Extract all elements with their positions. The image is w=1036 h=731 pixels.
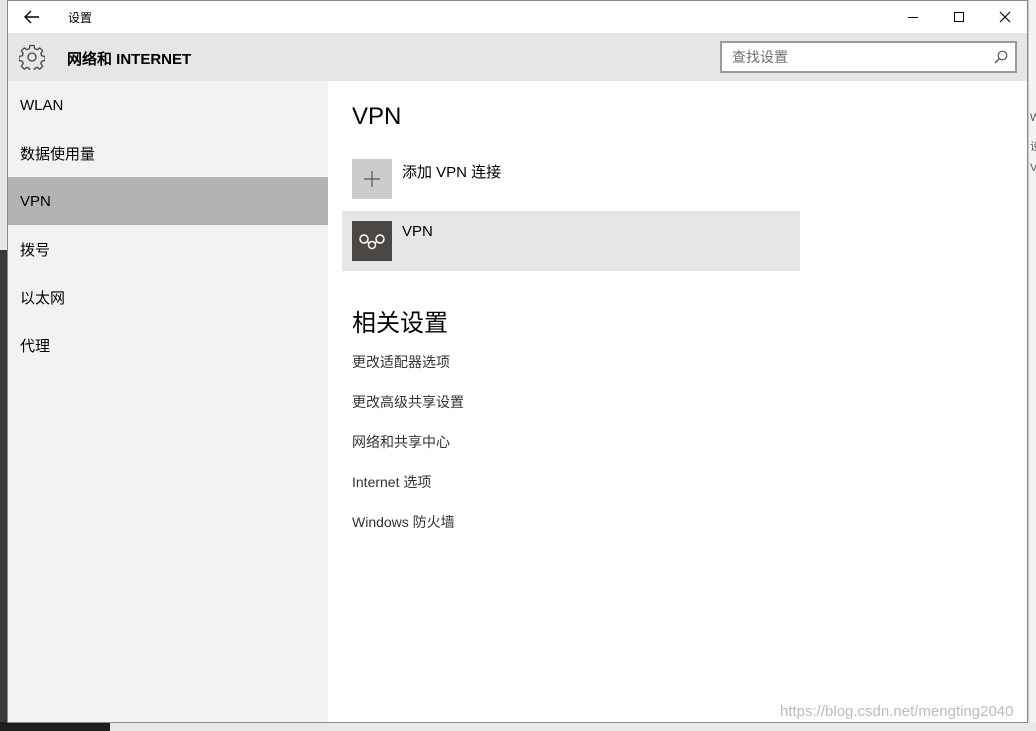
minimize-icon — [908, 17, 918, 18]
search-input[interactable] — [722, 43, 982, 71]
add-vpn-connection-button[interactable]: 添加 VPN 连接 — [352, 159, 501, 201]
link-windows-firewall[interactable]: Windows 防火墙 — [352, 512, 455, 532]
maximize-icon — [954, 12, 964, 22]
sidebar-item-data-usage[interactable]: 数据使用量 — [8, 129, 328, 177]
add-vpn-label: 添加 VPN 连接 — [402, 164, 502, 181]
vpn-icon — [359, 234, 385, 250]
page-title: VPN — [352, 103, 402, 130]
sidebar-item-ethernet[interactable]: 以太网 — [8, 273, 328, 321]
search-icon[interactable] — [993, 49, 1009, 65]
sidebar-item-vpn[interactable]: VPN — [8, 177, 328, 225]
sidebar-item-label: 拨号 — [20, 241, 51, 259]
vpn-connection-name: VPN — [402, 223, 433, 240]
back-button[interactable] — [16, 3, 48, 31]
settings-header: 网络和 INTERNET — [8, 33, 1027, 81]
window-title: 设置 — [68, 11, 93, 25]
main-content: VPN 添加 VPN 连接 VPN 相关设置 更改适配器选项 更改高级共享设置 … — [328, 81, 1027, 722]
background-taskbar-strip — [0, 722, 1036, 731]
vpn-tile — [352, 221, 392, 261]
link-network-sharing-center[interactable]: 网络和共享中心 — [352, 432, 450, 452]
section-title-network: 网络和 INTERNET — [67, 51, 192, 68]
search-box[interactable] — [720, 41, 1017, 73]
sidebar-item-label: VPN — [20, 192, 51, 210]
close-icon — [999, 11, 1011, 23]
link-change-adapter-options[interactable]: 更改适配器选项 — [352, 352, 450, 372]
title-bar: 设置 — [8, 1, 1027, 33]
minimize-button[interactable] — [890, 1, 936, 33]
maximize-button[interactable] — [936, 1, 982, 33]
close-button[interactable] — [982, 1, 1028, 33]
add-tile — [352, 159, 392, 199]
link-internet-options[interactable]: Internet 选项 — [352, 472, 431, 492]
settings-window: 设置 网络和 INTERNET 查找设置 WLAN 数据使用量 VPN 拨号 以… — [7, 0, 1028, 723]
plus-icon — [364, 171, 380, 187]
link-advanced-sharing-settings[interactable]: 更改高级共享设置 — [352, 392, 464, 412]
background-window-right: W 设 VF — [1028, 0, 1036, 731]
sidebar-item-wlan[interactable]: WLAN — [8, 81, 328, 129]
related-settings-title: 相关设置 — [352, 310, 448, 337]
gear-icon — [19, 44, 45, 70]
sidebar-item-proxy[interactable]: 代理 — [8, 321, 328, 369]
sidebar: WLAN 数据使用量 VPN 拨号 以太网 代理 — [8, 81, 328, 722]
watermark-text: https://blog.csdn.net/mengting2040 — [780, 703, 1014, 720]
vpn-connection-item[interactable]: VPN — [342, 211, 800, 271]
back-arrow-icon — [24, 10, 39, 24]
sidebar-item-dial-up[interactable]: 拨号 — [8, 225, 328, 273]
sidebar-item-label: WLAN — [20, 96, 64, 114]
sidebar-item-label: 代理 — [20, 337, 51, 355]
sidebar-item-label: 以太网 — [20, 289, 66, 307]
sidebar-item-label: 数据使用量 — [20, 145, 96, 163]
